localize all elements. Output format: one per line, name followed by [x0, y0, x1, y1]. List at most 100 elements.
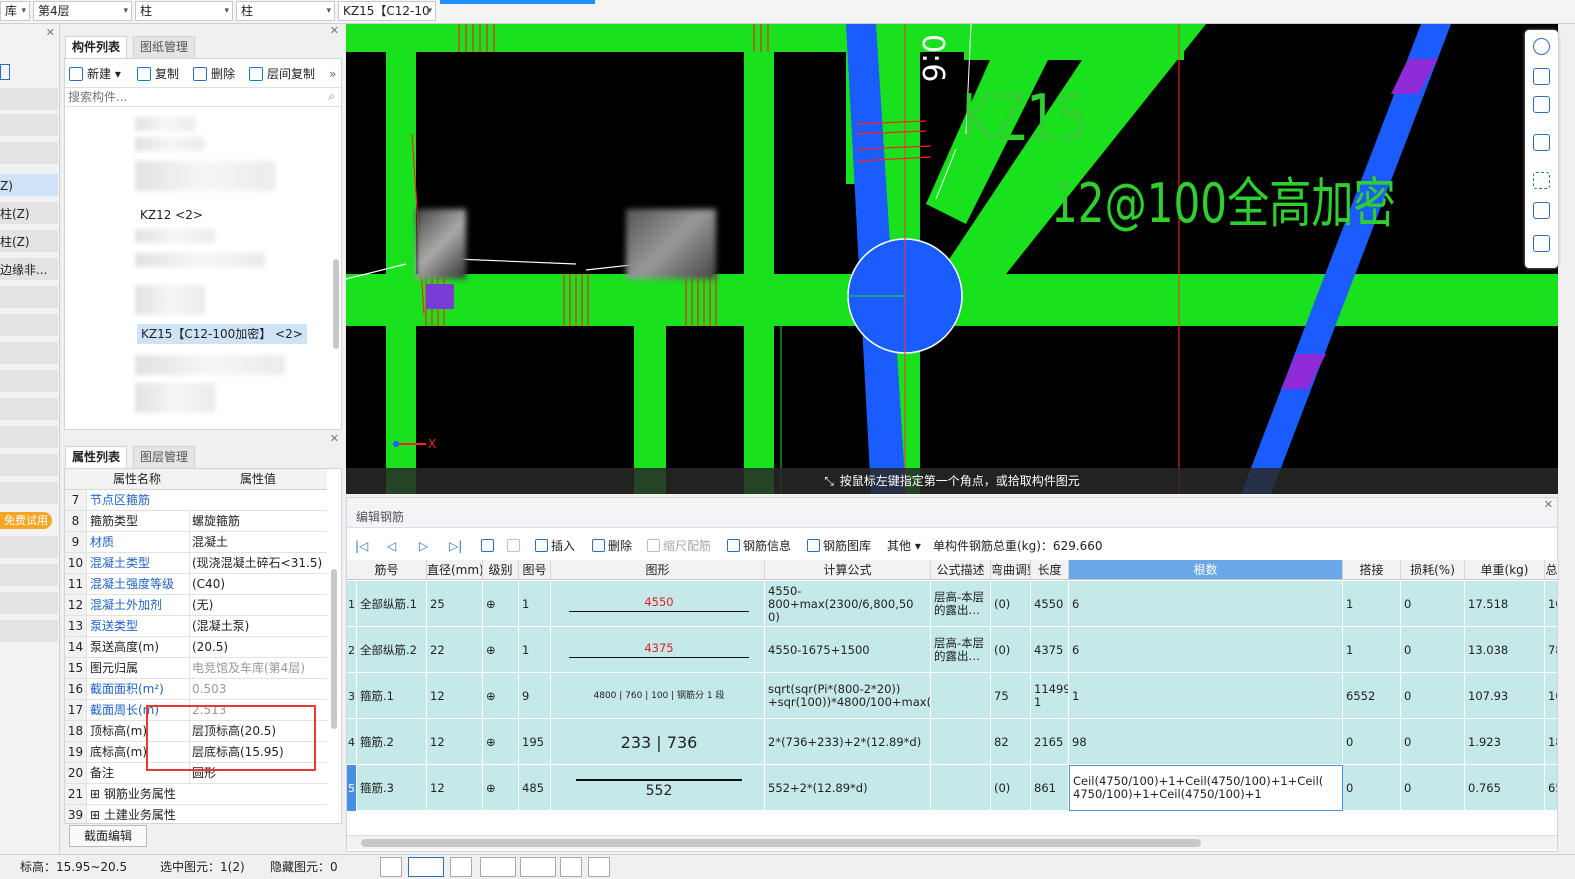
delete-button[interactable]: 删除 [592, 537, 632, 555]
cell-desc[interactable] [931, 719, 991, 765]
close-icon[interactable]: ✕ [330, 432, 339, 445]
snap-icon[interactable] [408, 857, 444, 877]
cell-len[interactable] [1031, 811, 1069, 826]
free-trial-badge[interactable]: 免费试用 [0, 512, 52, 529]
tab-layer-manage[interactable]: 图层管理 [133, 446, 196, 468]
tree-item-selected[interactable]: KZ15【C12-100加密】 <2> [137, 324, 307, 344]
first-icon[interactable]: |◁ [355, 537, 368, 555]
rebar-row[interactable]: 1 全部纵筋.1 25 ⊕ 1 4550 4550-800+max(2300/6,800,5… [347, 581, 1557, 627]
close-icon[interactable]: ✕ [1544, 498, 1553, 511]
cell-count[interactable]: 6 [1069, 581, 1343, 627]
point-icon[interactable] [520, 857, 556, 877]
property-row[interactable]: 21 ⊞ 钢筋业务属性 [65, 784, 327, 805]
strip-row[interactable] [0, 342, 58, 366]
search-input[interactable] [68, 88, 308, 106]
count-input[interactable]: Ceil(4750/100)+1+Ceil(4750/100)+1+Ceil( … [1073, 775, 1323, 801]
cell-total[interactable]: 105. [1545, 581, 1557, 627]
cross-icon[interactable] [450, 857, 472, 877]
cell-lap[interactable]: 0 [1343, 765, 1401, 811]
cell-name[interactable]: 全部纵筋.1 [357, 581, 427, 627]
ortho-icon[interactable] [380, 857, 402, 877]
insert-button[interactable]: 插入 [535, 537, 575, 555]
cell-total[interactable]: 107. [1545, 673, 1557, 719]
cell-loss[interactable]: 0 [1401, 627, 1465, 673]
property-value[interactable]: 混凝土 [189, 532, 327, 552]
column-header[interactable]: 公式描述 [931, 560, 991, 580]
section-edit-button[interactable]: 截面编辑 [69, 825, 147, 847]
column-header[interactable]: 直径(mm) [427, 560, 483, 580]
property-value[interactable]: (混凝土泵) [189, 616, 327, 636]
scale-rebar-button[interactable]: 缩尺配筋 [647, 537, 711, 555]
cell-name[interactable]: 箍筋.3 [357, 765, 427, 811]
cell-count[interactable]: 6 [1069, 627, 1343, 673]
3d-icon[interactable] [1533, 68, 1550, 85]
cell-dia[interactable]: 25 [427, 581, 483, 627]
cell-desc[interactable] [931, 765, 991, 811]
rebar-info-button[interactable]: 钢筋信息 [727, 537, 791, 555]
property-value[interactable]: 0.503 [189, 679, 327, 699]
column-header[interactable]: 筋号 [347, 560, 427, 580]
cell-total[interactable]: 65.1 [1545, 765, 1557, 811]
property-row[interactable]: 12 混凝土外加剂 (无) [65, 595, 327, 616]
cell-bend[interactable]: (0) [991, 581, 1031, 627]
close-icon[interactable]: ✕ [46, 26, 55, 39]
strip-row[interactable] [0, 454, 58, 478]
property-row[interactable]: 16 截面面积(m²) 0.503 [65, 679, 327, 700]
strip-row[interactable] [0, 398, 58, 422]
property-row[interactable]: 13 泵送类型 (混凝土泵) [65, 616, 327, 637]
cell-desc[interactable]: 层高-本层 的露出… [931, 581, 991, 627]
cell-count[interactable] [1069, 811, 1343, 826]
h-scrollbar[interactable] [347, 835, 1557, 849]
close-icon[interactable]: ✕ [330, 24, 339, 37]
list-icon[interactable] [1533, 235, 1550, 252]
tab-drawing-manage[interactable]: 图纸管理 [133, 36, 196, 58]
cell-fig[interactable]: 1 [519, 627, 551, 673]
cell-dia[interactable]: 12 [427, 765, 483, 811]
strip-item[interactable]: 柱(Z) [0, 230, 58, 254]
property-value[interactable]: 螺旋箍筋 [189, 511, 327, 531]
scrollbar[interactable] [331, 569, 337, 729]
property-row[interactable]: 14 泵送高度(m) (20.5) [65, 637, 327, 658]
cell-bend[interactable]: 82 [991, 719, 1031, 765]
last-icon[interactable]: ▷| [449, 537, 462, 555]
delete-button[interactable]: 删除 [193, 65, 235, 83]
box-icon[interactable] [1533, 202, 1550, 219]
cell-unit[interactable]: 107.93 [1465, 673, 1545, 719]
cell-lap[interactable]: 6552 [1343, 673, 1401, 719]
search-icon[interactable]: ⌕ [328, 89, 335, 104]
column-header[interactable]: 搭接 [1343, 560, 1401, 580]
cell-len[interactable]: 2165 [1031, 719, 1069, 765]
cell-fig[interactable] [519, 811, 551, 826]
move-down-button[interactable] [507, 537, 523, 555]
layer-icon[interactable] [560, 857, 582, 877]
grade-icon[interactable]: ⊕ [483, 581, 519, 627]
cell-unit[interactable]: 13.038 [1465, 627, 1545, 673]
property-value[interactable]: (现浇混凝土碎石<31.5) [189, 553, 327, 573]
strip-row[interactable] [0, 88, 58, 112]
rebar-row[interactable]: 2 全部纵筋.2 22 ⊕ 1 4375 4550-1675+1500 层高-本层 的露出…(… [347, 627, 1557, 673]
cell-dia[interactable]: 22 [427, 627, 483, 673]
scrollbar[interactable] [333, 259, 339, 349]
grade-icon[interactable]: ⊕ [483, 673, 519, 719]
cell-unit[interactable]: 1.923 [1465, 719, 1545, 765]
column-header[interactable]: 长度 [1031, 560, 1069, 580]
copy-button[interactable]: 复制 [137, 65, 179, 83]
property-row[interactable]: 15 图元归属 电竞馆及车库(第4层) [65, 658, 327, 679]
grade-icon[interactable]: ⊕ [483, 765, 519, 811]
cell-dia[interactable] [427, 811, 483, 826]
cell-bend[interactable]: (0) [991, 765, 1031, 811]
cell-bend[interactable] [991, 811, 1031, 826]
cell-len[interactable]: 861 [1031, 765, 1069, 811]
cell-count[interactable]: Ceil(4750/100)+1+Ceil(4750/100)+1+Ceil( … [1069, 765, 1343, 811]
cell-shape[interactable]: 4550 [551, 581, 765, 627]
property-row[interactable]: 9 材质 混凝土 [65, 532, 327, 553]
cell-fig[interactable]: 9 [519, 673, 551, 719]
property-value[interactable]: (20.5) [189, 637, 327, 657]
type-select[interactable]: 柱 ▾ [236, 1, 335, 21]
rotate-icon[interactable] [1533, 38, 1550, 55]
cell-loss[interactable]: 0 [1401, 719, 1465, 765]
strip-row[interactable] [0, 426, 58, 450]
cell-desc[interactable]: 层高-本层 的露出… [931, 627, 991, 673]
cell-fig[interactable]: 195 [519, 719, 551, 765]
cell-total[interactable]: 78. [1545, 627, 1557, 673]
